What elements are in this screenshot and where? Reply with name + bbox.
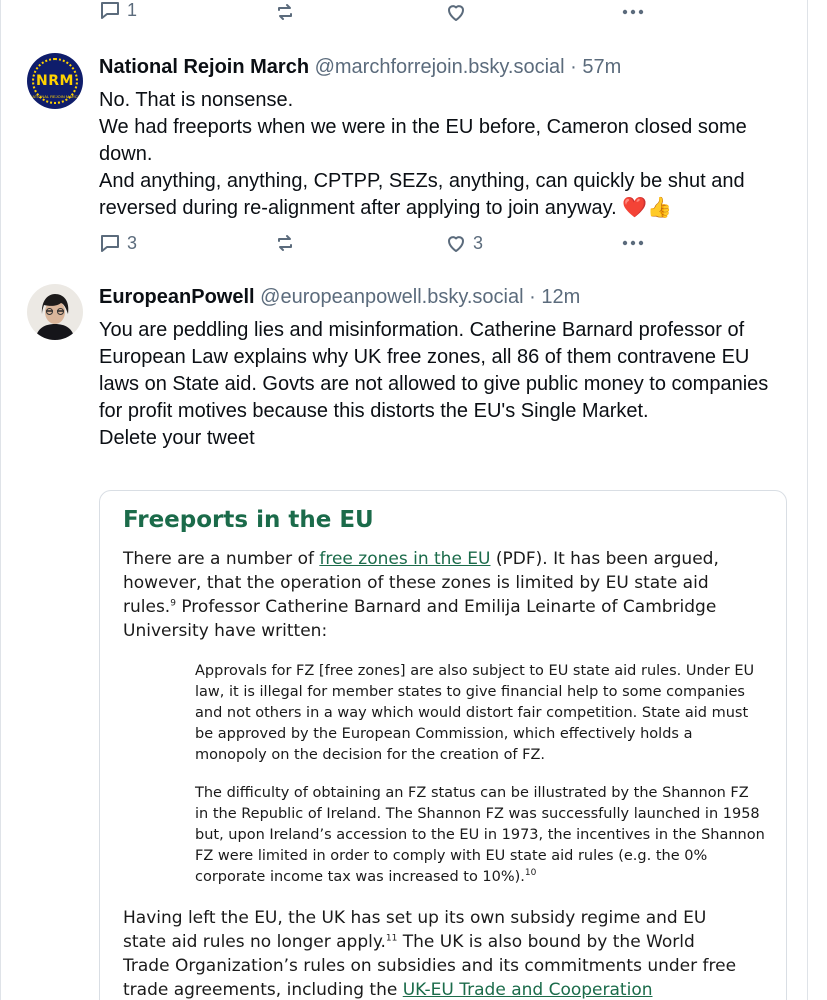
like-icon (448, 5, 464, 21)
more-icon (622, 9, 644, 15)
reply-button[interactable]: 1 (99, 0, 137, 22)
reply-icon (101, 2, 119, 19)
top-post-actions: 1 (99, 0, 659, 24)
reply-button[interactable]: 3 (99, 231, 137, 255)
embed-quote: The difficulty of obtaining an FZ status… (195, 783, 765, 888)
embed-title: Freeports in the EU (123, 507, 374, 533)
reply-count: 3 (127, 232, 138, 253)
post-time[interactable]: · 12m (524, 286, 580, 308)
author-handle[interactable]: @marchforrejoin.bsky.social (315, 56, 565, 78)
embed-text: The difficulty of obtaining an FZ status… (195, 785, 765, 885)
more-button[interactable] (621, 231, 645, 255)
avatar[interactable] (27, 284, 83, 340)
post-header: National Rejoin March @marchforrejoin.bs… (99, 56, 621, 79)
author-handle[interactable]: @europeanpowell.bsky.social (260, 286, 523, 308)
footnote-ref: 10 (524, 868, 537, 879)
post-line: And anything, anything, CPTPP, SEZs, any… (99, 170, 745, 219)
author-name[interactable]: EuropeanPowell (99, 286, 255, 308)
avatar-subtext: NATIONAL REJOIN MARCH (29, 94, 81, 99)
more-icon (622, 240, 644, 246)
author-name[interactable]: National Rejoin March (99, 56, 309, 78)
post-line: You are peddling lies and misinformation… (99, 319, 769, 422)
embed-paragraph: Having left the EU, the UK has set up it… (123, 906, 743, 1000)
post-time[interactable]: · 57m (565, 56, 621, 78)
embed-paragraph: There are a number of free zones in the … (123, 547, 743, 643)
embed-text: Professor Catherine Barnard and Emilija … (123, 597, 717, 641)
free-zones-link[interactable]: free zones in the EU (319, 549, 490, 569)
post-line: We had freeports when we were in the EU … (99, 116, 747, 165)
post-header: EuropeanPowell @europeanpowell.bsky.soci… (99, 286, 580, 309)
post-actions: 3 3 (99, 231, 659, 255)
repost-button[interactable] (274, 0, 296, 24)
avatar-photo (27, 284, 83, 340)
repost-icon (278, 235, 292, 251)
repost-button[interactable] (274, 231, 296, 255)
post-line: No. That is nonsense. (99, 89, 294, 111)
avatar[interactable]: NRM NATIONAL REJOIN MARCH (27, 53, 83, 109)
like-button[interactable]: 3 (445, 231, 483, 255)
reply-count: 1 (127, 0, 138, 20)
embed-text: There are a number of (123, 549, 320, 569)
more-button[interactable] (621, 0, 645, 24)
embed-quote: Approvals for FZ [free zones] are also s… (195, 663, 755, 763)
like-count: 3 (473, 232, 484, 253)
footnote-ref: 11 (385, 933, 398, 944)
embedded-image-card[interactable]: Freeports in the EU There are a number o… (99, 490, 787, 1000)
post-text: No. That is nonsense. We had freeports w… (99, 87, 779, 222)
like-button[interactable] (445, 0, 467, 24)
post-text: You are peddling lies and misinformation… (99, 317, 779, 452)
like-icon (448, 236, 464, 252)
reply-icon (101, 235, 119, 252)
post-line: Delete your tweet (99, 427, 255, 449)
feed-column: 1 NRM NATIONAL REJOIN MARCH National Rej… (0, 0, 808, 1000)
repost-icon (278, 4, 292, 20)
